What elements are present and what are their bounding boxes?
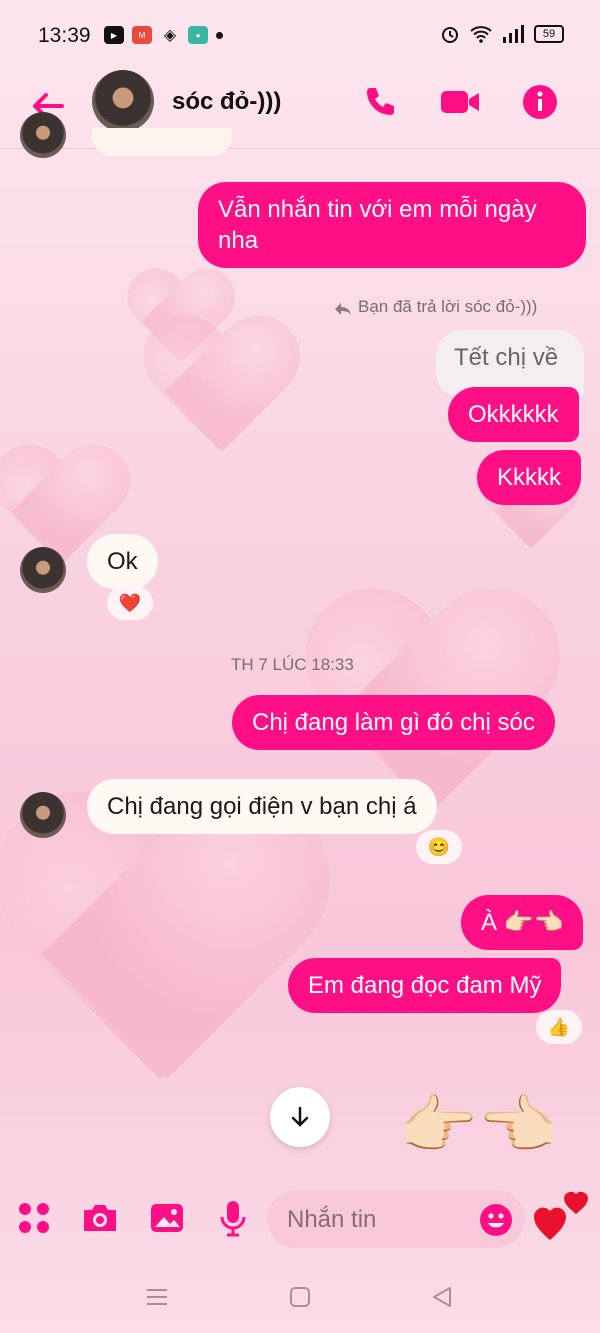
gallery-icon[interactable]: [147, 1198, 187, 1238]
message-input[interactable]: Nhắn tin: [267, 1190, 525, 1248]
camera-icon[interactable]: [80, 1198, 120, 1238]
reaction-heart[interactable]: ❤️: [107, 586, 153, 620]
message-outgoing[interactable]: Vẫn nhắn tin với em mỗi ngày nha: [198, 182, 586, 268]
system-navigation-bar: [0, 1265, 600, 1333]
bg-heart: [140, 318, 300, 462]
reply-icon: [335, 303, 351, 315]
message-incoming[interactable]: Ok: [87, 534, 158, 589]
contact-avatar-small[interactable]: [20, 547, 66, 593]
message-outgoing[interactable]: À 👉🏻👈🏻: [461, 895, 584, 950]
mic-icon[interactable]: [213, 1198, 253, 1238]
scroll-to-bottom-button[interactable]: [270, 1087, 330, 1147]
status-bar: 13:39 ▶ M ◈ ● 59: [0, 0, 600, 70]
down-arrow-icon: [291, 1106, 309, 1127]
apps-icon[interactable]: [14, 1198, 54, 1238]
status-notification-icons: ▶ M ◈ ●: [104, 26, 223, 44]
message-outgoing[interactable]: Okkkkkk: [448, 387, 579, 442]
more-notifications-dot: [216, 31, 223, 39]
message-incoming[interactable]: Chị đang gọi điện v bạn chị á: [87, 779, 437, 834]
reply-note: Bạn đã trả lời sóc đỏ-))): [358, 297, 538, 316]
alarm-icon: [442, 27, 458, 43]
contact-avatar[interactable]: [92, 70, 154, 132]
back-icon[interactable]: [430, 1285, 454, 1309]
youtube-icon: ▶: [104, 26, 124, 44]
status-system-icons: 59: [440, 24, 564, 44]
message-outgoing[interactable]: Chị đang làm gì đó chị sóc: [232, 695, 555, 750]
info-icon[interactable]: [520, 82, 560, 122]
wifi-icon: [470, 26, 492, 43]
manga-app-icon: M: [132, 26, 152, 44]
contact-name[interactable]: sóc đỏ-))): [172, 88, 281, 116]
heart-icon[interactable]: [532, 1188, 592, 1244]
bg-heart: [0, 797, 330, 1103]
recents-icon[interactable]: [145, 1285, 169, 1309]
message-outgoing[interactable]: Kkkkk: [477, 450, 582, 505]
message-composer: Nhắn tin: [0, 1188, 600, 1252]
video-icon[interactable]: [440, 82, 480, 122]
reaction-thumbs-up[interactable]: 👍: [536, 1010, 582, 1044]
message-outgoing[interactable]: Em đang đọc đam Mỹ: [288, 958, 562, 1013]
battery-indicator: 59: [534, 25, 564, 43]
timestamp: TH 7 LÚC 18:33: [231, 655, 354, 674]
diamond-icon: ◈: [163, 27, 177, 44]
contact-avatar-small: [20, 112, 66, 158]
message-input-placeholder: Nhắn tin: [287, 1206, 377, 1233]
big-emoji-message[interactable]: 👉🏻👈🏻: [398, 1090, 557, 1160]
emoji-icon[interactable]: [479, 1203, 513, 1237]
phone-icon[interactable]: [360, 82, 400, 122]
contact-avatar-small[interactable]: [20, 792, 66, 838]
previous-message-bubble: [92, 128, 232, 156]
home-icon[interactable]: [288, 1285, 312, 1309]
app-notification-icon: ●: [188, 26, 208, 44]
signal-icon: [503, 25, 524, 43]
status-time: 13:39: [38, 24, 91, 47]
chat-header: sóc đỏ-))): [0, 70, 600, 149]
reaction-smile[interactable]: 😊: [416, 830, 462, 864]
